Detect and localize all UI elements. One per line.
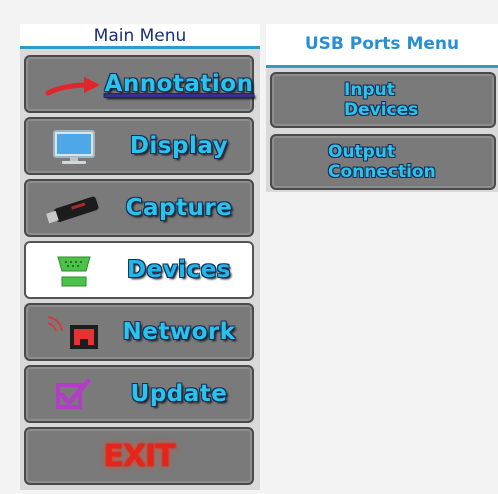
devices-button[interactable]: Devices xyxy=(24,241,254,299)
input-devices-button[interactable]: Input Devices xyxy=(270,72,496,128)
serial-port-icon xyxy=(57,256,91,287)
update-label: Update xyxy=(130,381,228,407)
display-label: Display xyxy=(129,133,229,159)
devices-label: Devices xyxy=(127,257,231,283)
exit-label: EXIT xyxy=(103,438,175,474)
usb-menu-title: USB Ports Menu xyxy=(266,24,498,68)
update-button[interactable]: Update xyxy=(24,365,254,423)
network-label: Network xyxy=(122,319,236,345)
annotation-button[interactable]: Annotation xyxy=(24,55,254,113)
capture-label: Capture xyxy=(125,195,233,221)
checkbox-icon xyxy=(56,378,91,409)
annotation-label: Annotation xyxy=(104,71,254,97)
capture-button[interactable]: Capture xyxy=(24,179,254,237)
usb-stick-icon xyxy=(46,196,99,224)
monitor-icon xyxy=(53,130,95,164)
input-devices-label: Input Devices xyxy=(344,80,419,120)
red-arrow-icon xyxy=(45,77,100,96)
output-connection-label: Output Connection xyxy=(328,142,436,182)
network-port-icon xyxy=(47,316,98,349)
network-button[interactable]: Network xyxy=(24,303,254,361)
main-menu-title: Main Menu xyxy=(20,24,260,49)
display-button[interactable]: Display xyxy=(24,117,254,175)
exit-button[interactable]: EXIT xyxy=(24,427,254,485)
output-connection-button[interactable]: Output Connection xyxy=(270,134,496,190)
